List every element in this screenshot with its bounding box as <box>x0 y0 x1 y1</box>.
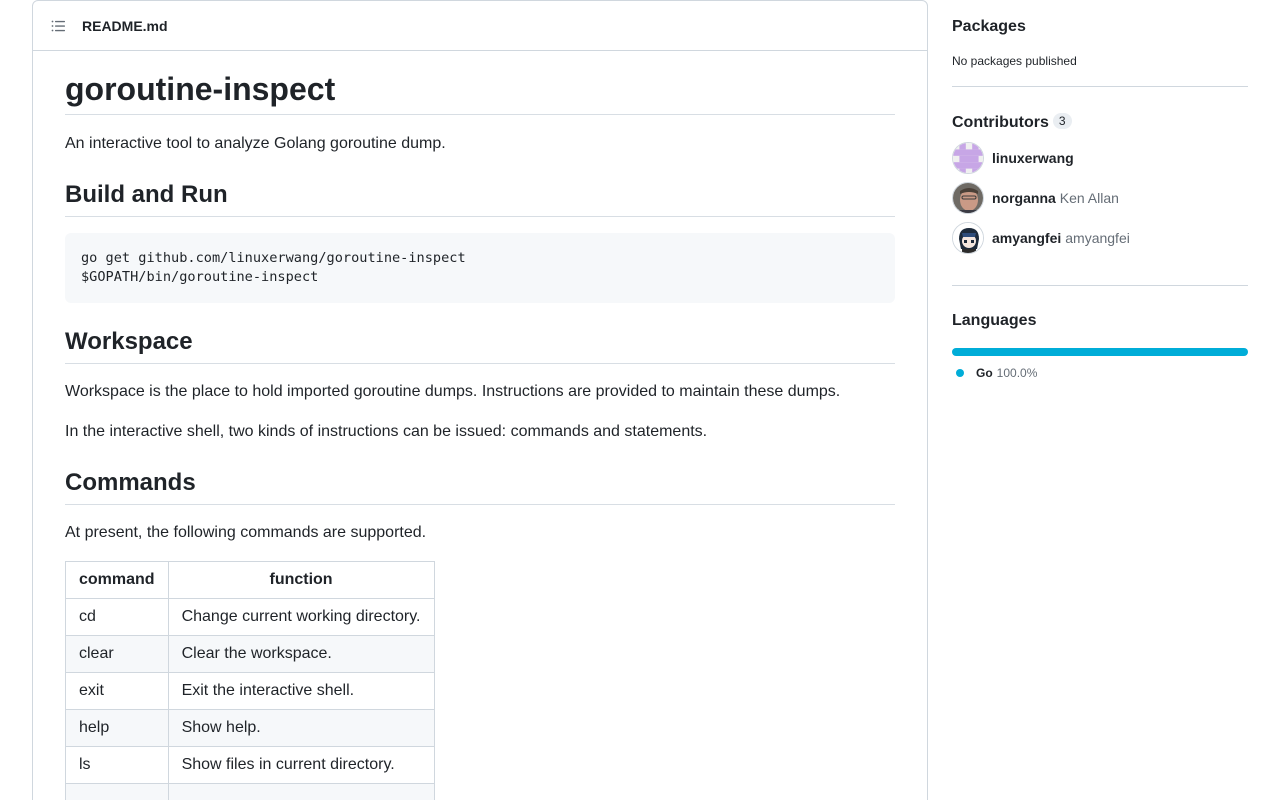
command-cell <box>65 783 169 800</box>
contributors-heading[interactable]: Contributors 3 <box>952 113 1248 132</box>
contributors-count: 3 <box>1052 113 1072 129</box>
language-bar <box>952 348 1248 356</box>
table-header-command: command <box>65 561 169 599</box>
readme-content: goroutine-inspect An interactive tool to… <box>65 51 895 800</box>
table-row <box>65 783 435 800</box>
contributors-section: Contributors 3 linuxerwang norganna Ken … <box>952 87 1248 258</box>
language-item[interactable]: Go 100.0% <box>956 366 1248 380</box>
commands-table: command function cd Change current worki… <box>65 561 435 800</box>
avatar[interactable] <box>952 182 984 214</box>
packages-empty-text: No packages published <box>952 54 1077 68</box>
readme-filename[interactable]: README.md <box>82 18 168 34</box>
contributor-login[interactable]: linuxerwang <box>992 150 1074 166</box>
table-row: exit Exit the interactive shell. <box>65 672 435 710</box>
commands-intro: At present, the following commands are s… <box>65 524 427 541</box>
workspace-paragraph: Workspace is the place to hold imported … <box>65 383 841 400</box>
avatar[interactable] <box>952 142 984 174</box>
function-cell: Show files in current directory. <box>167 746 435 784</box>
code-line: go get github.com/linuxerwang/goroutine-… <box>81 250 466 266</box>
contributor-item[interactable]: amyangfei amyangfei <box>952 218 1248 258</box>
command-cell: exit <box>65 672 169 710</box>
function-cell: Clear the workspace. <box>167 635 435 673</box>
packages-section: Packages No packages published <box>952 0 1248 68</box>
contributor-item[interactable]: linuxerwang <box>952 138 1248 178</box>
contributors-list: linuxerwang norganna Ken Allan amyangfei… <box>952 138 1248 258</box>
command-cell: clear <box>65 635 169 673</box>
function-cell: Change current working directory. <box>167 598 435 636</box>
code-line: $GOPATH/bin/goroutine-inspect <box>81 269 319 285</box>
language-name: Go <box>976 366 993 380</box>
commands-heading: Commands <box>65 468 895 505</box>
workspace-heading: Workspace <box>65 327 895 364</box>
table-header-function: function <box>167 561 435 599</box>
table-row: help Show help. <box>65 709 435 747</box>
function-cell: Show help. <box>167 709 435 747</box>
build-heading: Build and Run <box>65 180 895 217</box>
readme-header: README.md <box>33 1 927 51</box>
command-cell: cd <box>65 598 169 636</box>
command-cell: ls <box>65 746 169 784</box>
repo-sidebar: Packages No packages published Contribut… <box>952 0 1248 380</box>
instructions-paragraph: In the interactive shell, two kinds of i… <box>65 423 708 440</box>
contributor-name: Ken Allan <box>1059 190 1119 206</box>
packages-heading[interactable]: Packages <box>952 18 1248 36</box>
contributor-item[interactable]: norganna Ken Allan <box>952 178 1248 218</box>
languages-heading: Languages <box>952 312 1037 329</box>
language-color-dot <box>956 369 964 377</box>
intro-paragraph: An interactive tool to analyze Golang go… <box>65 135 446 152</box>
code-block: go get github.com/linuxerwang/goroutine-… <box>65 233 895 303</box>
table-row: clear Clear the workspace. <box>65 635 435 673</box>
readme-panel: README.md goroutine-inspect An interacti… <box>32 0 928 800</box>
languages-section: Languages Go 100.0% <box>952 286 1248 380</box>
table-header-row: command function <box>65 561 435 599</box>
function-cell: Exit the interactive shell. <box>167 672 435 710</box>
language-percent: 100.0% <box>996 366 1038 380</box>
table-row: ls Show files in current directory. <box>65 746 435 784</box>
avatar[interactable] <box>952 222 984 254</box>
table-row: cd Change current working directory. <box>65 598 435 636</box>
table-of-contents-icon[interactable] <box>49 17 67 35</box>
readme-title: goroutine-inspect <box>65 51 895 115</box>
contributor-name: amyangfei <box>1065 230 1130 246</box>
contributors-label: Contributors <box>952 114 1049 131</box>
command-cell: help <box>65 709 169 747</box>
function-cell <box>167 783 435 800</box>
contributor-login[interactable]: norganna <box>992 190 1056 206</box>
contributor-login[interactable]: amyangfei <box>992 230 1061 246</box>
